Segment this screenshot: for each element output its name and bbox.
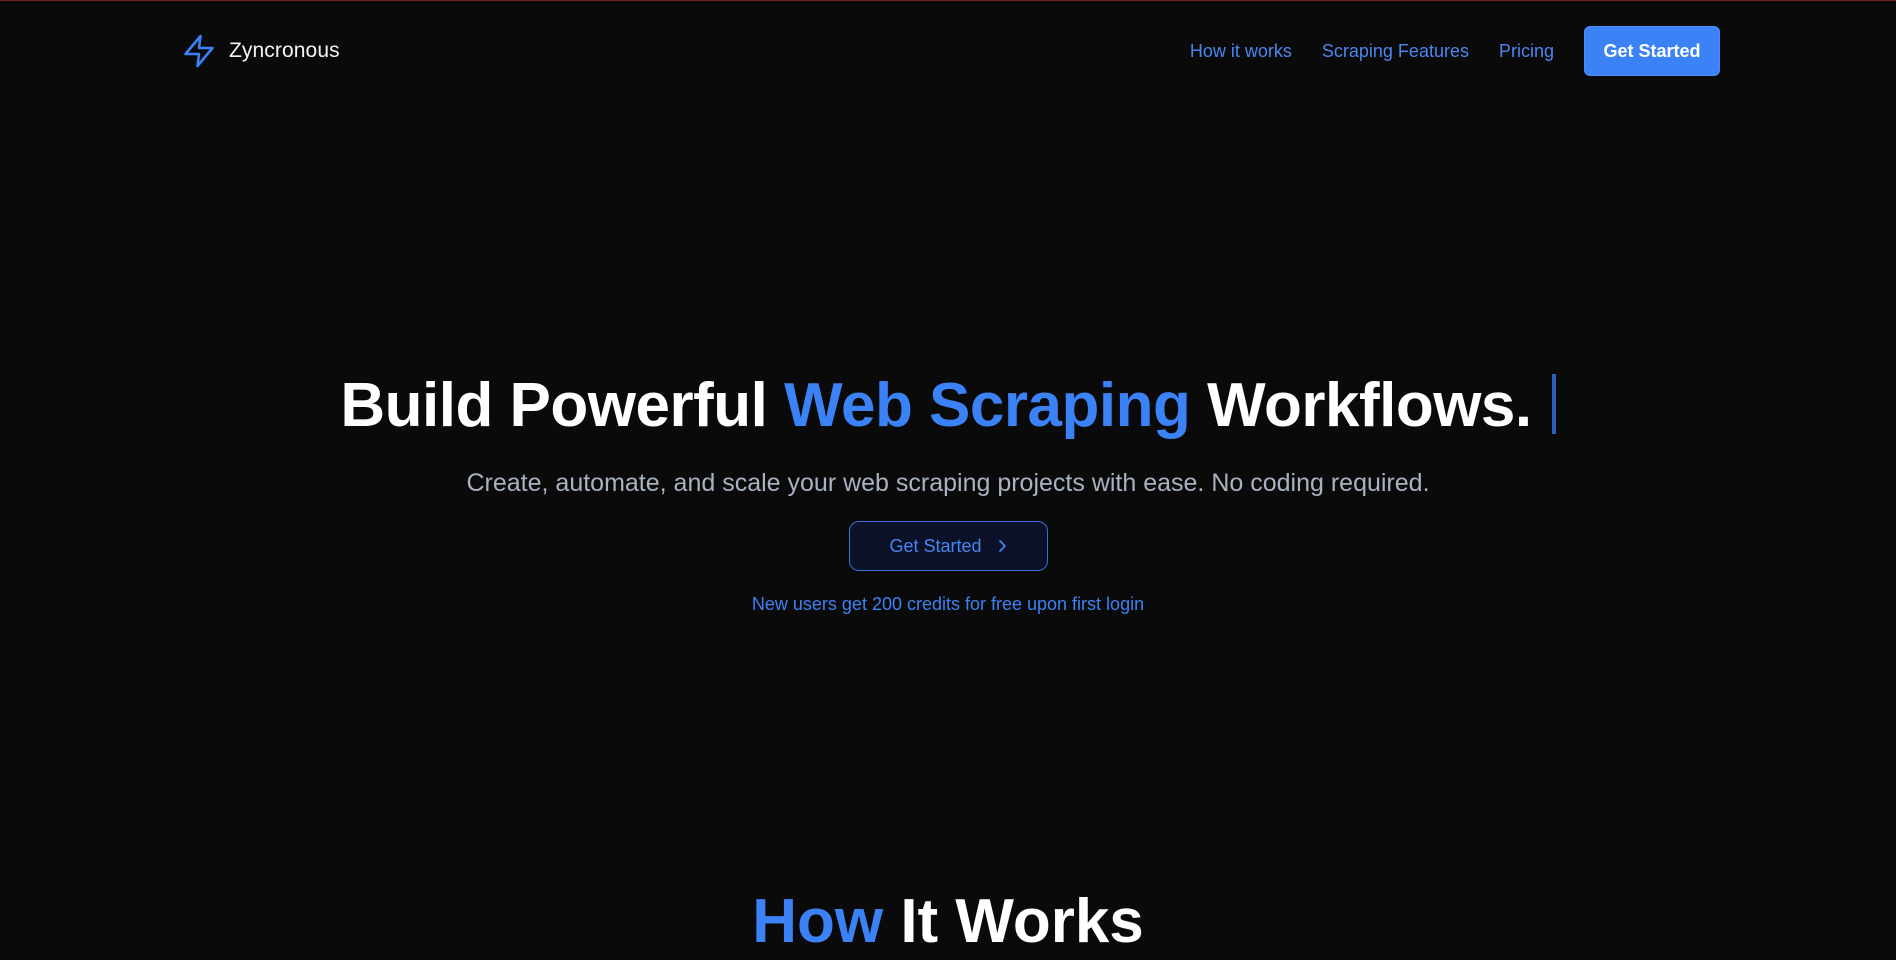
main-nav: How it works Scraping Features Pricing G… <box>1190 26 1720 76</box>
nav-link-pricing[interactable]: Pricing <box>1499 41 1554 62</box>
hero-title-accent: Web Scraping <box>784 371 1191 440</box>
chevron-right-icon <box>996 539 1008 553</box>
brand-name: Zyncronous <box>229 39 340 62</box>
how-it-works-heading-rest: It Works <box>883 887 1144 956</box>
header-get-started-button[interactable]: Get Started <box>1584 26 1720 76</box>
brand-logo[interactable]: Zyncronous <box>181 31 340 71</box>
how-it-works-heading: How It Works <box>0 884 1896 960</box>
hero-get-started-button[interactable]: Get Started <box>849 521 1048 571</box>
hero-get-started-label: Get Started <box>889 535 982 556</box>
hero-title: Build Powerful Web Scraping Workflows. <box>0 368 1896 444</box>
nav-link-scraping-features[interactable]: Scraping Features <box>1322 41 1469 62</box>
typing-caret <box>1551 374 1556 434</box>
hero-subtitle: Create, automate, and scale your web scr… <box>466 469 1430 497</box>
site-header: Zyncronous How it works Scraping Feature… <box>0 0 1896 102</box>
free-credits-note: New users get 200 credits for free upon … <box>751 594 1145 614</box>
lightning-bolt-icon <box>181 32 217 70</box>
nav-link-how-it-works[interactable]: How it works <box>1190 41 1292 62</box>
how-it-works-heading-accent: How <box>752 887 884 956</box>
hero-title-part1: Build Powerful <box>340 371 785 440</box>
hero-title-part2: Workflows. <box>1190 371 1532 440</box>
